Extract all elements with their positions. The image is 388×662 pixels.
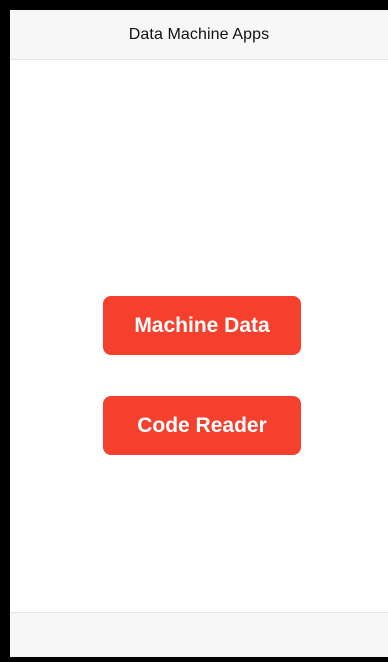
machine-data-button[interactable]: Machine Data bbox=[103, 296, 301, 355]
bottom-toolbar bbox=[10, 612, 388, 657]
main-content: Machine Data Code Reader bbox=[10, 60, 388, 612]
app-screen: Data Machine Apps Machine Data Code Read… bbox=[10, 10, 388, 657]
nav-title: Data Machine Apps bbox=[128, 25, 270, 43]
code-reader-button[interactable]: Code Reader bbox=[103, 396, 301, 455]
navigation-bar: Data Machine Apps bbox=[10, 10, 388, 60]
